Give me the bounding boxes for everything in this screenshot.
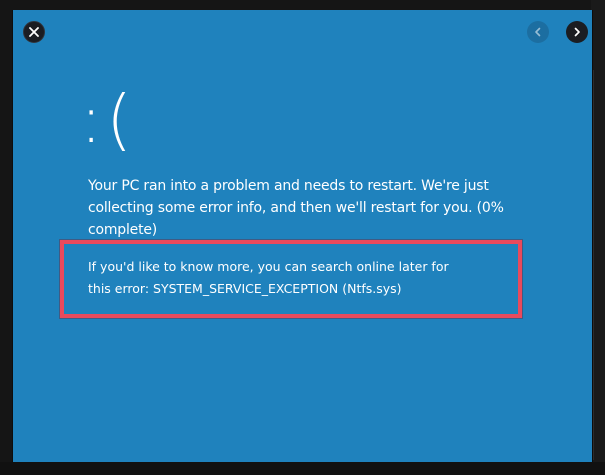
previous-button[interactable] — [527, 21, 549, 43]
sad-face-emoticon: :( — [80, 81, 136, 158]
error-message: Your PC ran into a problem and needs to … — [88, 178, 504, 238]
chevron-right-icon — [574, 27, 580, 37]
background-bottom — [0, 462, 605, 475]
image-viewer-frame: :( Your PC ran into a problem and needs … — [0, 0, 605, 475]
bsod-screenshot: :( Your PC ran into a problem and needs … — [12, 10, 593, 462]
next-button[interactable] — [566, 21, 588, 43]
chevron-left-icon — [535, 27, 541, 37]
background-edge — [591, 0, 605, 475]
stop-code-message: If you'd like to know more, you can sear… — [88, 259, 449, 296]
close-button[interactable] — [23, 21, 45, 43]
close-icon — [29, 27, 39, 37]
